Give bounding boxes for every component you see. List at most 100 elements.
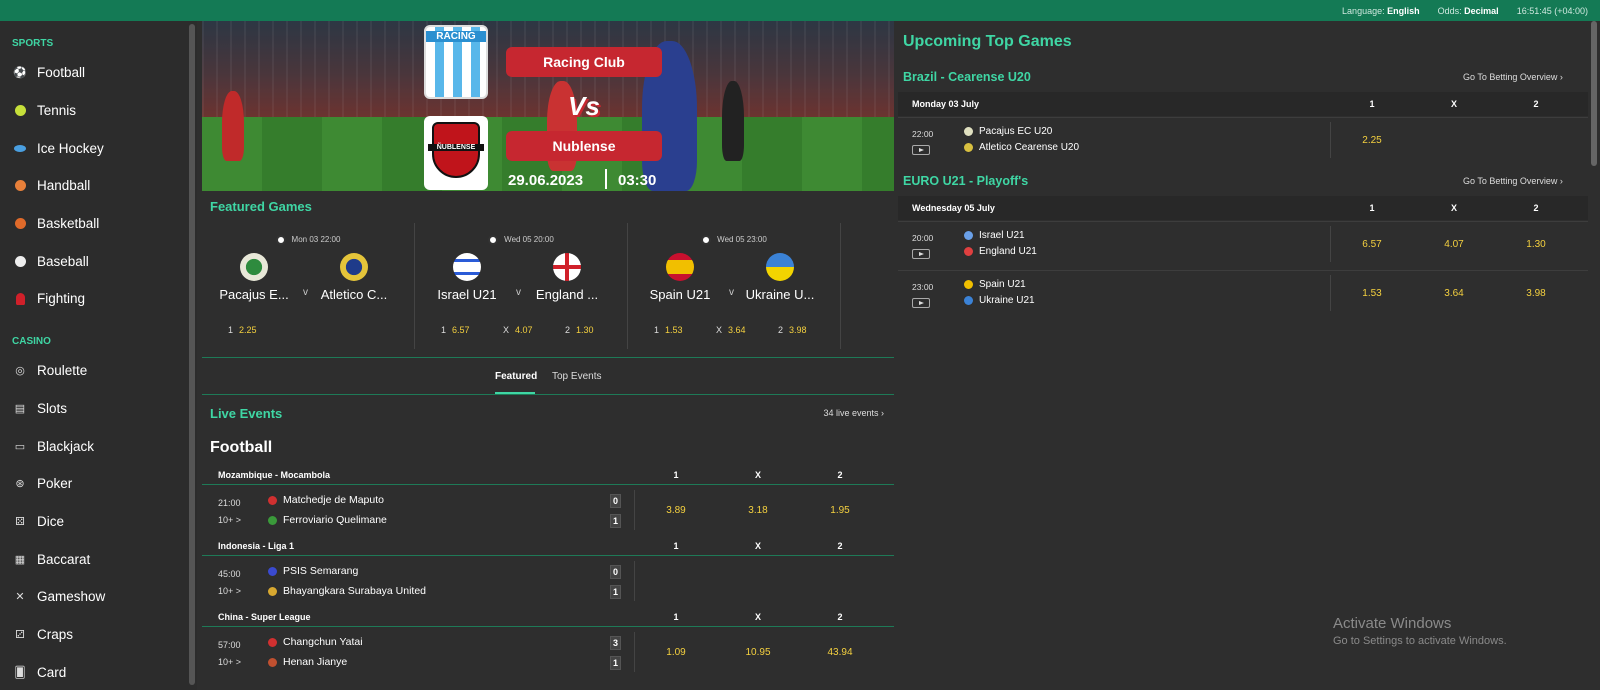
upcoming-event-row[interactable]: 20:00 Israel U21 England U21 6.57 4.07 1…	[898, 221, 1588, 267]
sidebar-item-label: Ice Hockey	[37, 140, 104, 156]
day-label: Monday 03 July	[912, 99, 980, 109]
israel-flag-icon	[453, 253, 481, 281]
live-stream-icon[interactable]	[912, 298, 930, 308]
baccarat-icon: ▦	[14, 553, 26, 566]
right-panel-scrollbar[interactable]	[1591, 21, 1597, 166]
odds-button-1[interactable]: 1 6.57	[441, 325, 470, 335]
sidebar-item-basketball[interactable]: Basketball	[0, 205, 197, 243]
odds-button-1[interactable]: 3.89	[656, 505, 696, 516]
sidebar-item-label: Gameshow	[37, 589, 106, 605]
sidebar-item-tennis[interactable]: Tennis	[0, 92, 197, 130]
sidebar-item-roulette[interactable]: ◎ Roulette	[0, 352, 197, 390]
casino-heading: CASINO	[12, 335, 51, 347]
sidebar-item-fighting[interactable]: Fighting	[0, 280, 197, 318]
more-markets-link[interactable]: 10+ >	[218, 586, 241, 596]
top-bar: Language: English Odds: Decimal 16:51:45…	[0, 0, 1600, 21]
odds-format-selector[interactable]: Odds: Decimal	[1438, 6, 1499, 16]
sidebar-scrollbar[interactable]	[189, 24, 195, 685]
promo-banner[interactable]: RACING ÑUBLENSE Racing Club Vs Nublense …	[202, 21, 894, 191]
column-1-header: 1	[673, 612, 679, 622]
sidebar-item-poker[interactable]: ⊛ Poker	[0, 465, 197, 503]
language-value: English	[1387, 5, 1420, 16]
sidebar-item-label: Tennis	[37, 103, 77, 119]
upcoming-games-panel: Upcoming Top Games Brazil - Cearense U20…	[898, 21, 1600, 690]
column-x-header: X	[1450, 99, 1457, 109]
league-header: China - Super League 1 X 2	[202, 606, 894, 627]
live-stream-icon[interactable]	[912, 145, 930, 155]
odds-button-1[interactable]: 1 2.25	[228, 325, 257, 335]
divider	[634, 561, 635, 601]
dice-icon: ⚄	[15, 515, 25, 528]
column-2-header: 2	[837, 612, 843, 622]
away-score: 1	[610, 514, 621, 528]
odds-button-2[interactable]: 1.30	[1516, 239, 1556, 250]
odds-button-x[interactable]: 3.64	[1434, 288, 1474, 299]
live-event-row[interactable]: 45:00 10+ > PSIS Semarang Bhayangkara Su…	[202, 557, 894, 606]
live-event-row[interactable]: 21:00 10+ > Matchedje de Maputo Ferrovia…	[202, 486, 894, 535]
divider	[634, 632, 635, 672]
odds-button-x[interactable]: 3.18	[738, 505, 778, 516]
odds-button-2[interactable]: 2 3.98	[778, 325, 807, 335]
tab-featured[interactable]: Featured	[495, 371, 537, 382]
odds-button-1[interactable]: 1 1.53	[654, 325, 683, 335]
basketball-icon	[12, 216, 28, 232]
featured-game-card[interactable]: Wed 05 20:00 Israel U21 v England ... 16…	[415, 223, 628, 349]
nublense-logo-text: ÑUBLENSE	[428, 144, 484, 151]
odds-button-x[interactable]: 10.95	[738, 647, 778, 658]
sidebar-item-baseball[interactable]: Baseball	[0, 242, 197, 280]
day-label: Wednesday 05 July	[912, 203, 995, 213]
match-clock: 21:00	[218, 498, 241, 508]
handball-icon	[12, 178, 28, 194]
odds-button-2[interactable]: 2 1.30	[565, 325, 594, 335]
live-stream-icon[interactable]	[912, 249, 930, 259]
roulette-icon: ◎	[15, 365, 25, 378]
home-team-name: Spain U21	[649, 287, 711, 302]
odds-button-x[interactable]: X 3.64	[716, 325, 746, 335]
kickoff-time: 22:00	[912, 129, 934, 139]
odds-button-2[interactable]: 1.95	[820, 505, 860, 516]
odds-button-x[interactable]: X 4.07	[503, 325, 533, 335]
more-markets-link[interactable]: 10+ >	[218, 515, 241, 525]
blackjack-icon: ▭	[14, 440, 26, 453]
sidebar-item-ice-hockey[interactable]: Ice Hockey	[0, 129, 197, 167]
away-team-name: England ...	[535, 287, 599, 302]
sidebar-item-handball[interactable]: Handball	[0, 167, 197, 205]
sidebar-item-blackjack[interactable]: ▭ Blackjack	[0, 427, 197, 465]
language-selector[interactable]: Language: English	[1342, 6, 1420, 16]
england-flag-icon	[553, 253, 581, 281]
sidebar-item-dice[interactable]: ⚄ Dice	[0, 503, 197, 541]
betting-overview-link[interactable]: Go To Betting Overview ›	[1463, 72, 1563, 82]
tab-top-events[interactable]: Top Events	[552, 371, 601, 382]
windows-activation-watermark: Activate Windows Go to Settings to activ…	[1333, 615, 1507, 647]
sidebar-item-slots[interactable]: ▤ Slots	[0, 390, 197, 428]
ice-hockey-icon	[12, 140, 28, 156]
home-score: 3	[610, 636, 621, 650]
more-markets-link[interactable]: 10+ >	[218, 657, 241, 667]
card-icon: 🂠	[14, 666, 26, 679]
live-event-row[interactable]: 57:00 10+ > Changchun Yatai Henan Jianye…	[202, 628, 894, 677]
column-1-header: 1	[673, 541, 679, 551]
betting-overview-link[interactable]: Go To Betting Overview ›	[1463, 176, 1563, 186]
featured-game-card[interactable]: Wed 05 23:00 Spain U21 v Ukraine U... 11…	[628, 223, 841, 349]
center-column: RACING ÑUBLENSE Racing Club Vs Nublense …	[202, 21, 894, 690]
odds-button-2[interactable]: 43.94	[820, 647, 860, 658]
odds-button-1[interactable]: 1.53	[1352, 288, 1392, 299]
featured-game-card[interactable]: Mon 03 22:00 Pacajus E... v Atletico C..…	[202, 223, 415, 349]
sidebar-item-card[interactable]: 🂠 Card	[0, 653, 197, 690]
sidebar-item-craps[interactable]: ⚂ Craps	[0, 616, 197, 654]
upcoming-event-row[interactable]: 22:00 Pacajus EC U20 Atletico Cearense U…	[898, 117, 1588, 163]
upcoming-event-row[interactable]: 23:00 Spain U21 Ukraine U21 1.53 3.64 3.…	[898, 270, 1588, 316]
odds-button-1[interactable]: 2.25	[1352, 135, 1392, 146]
divider	[1330, 226, 1331, 262]
odds-button-1[interactable]: 6.57	[1352, 239, 1392, 250]
live-events-title: Live Events	[210, 406, 283, 421]
odds-button-1[interactable]: 1.09	[656, 647, 696, 658]
column-2-header: 2	[837, 470, 843, 480]
odds-button-2[interactable]: 3.98	[1516, 288, 1556, 299]
football-icon	[701, 235, 712, 245]
sidebar-item-football[interactable]: ⚽ Football	[0, 54, 197, 92]
sidebar-item-gameshow[interactable]: ✕ Gameshow	[0, 578, 197, 616]
live-events-count-link[interactable]: 34 live events ›	[823, 408, 884, 418]
odds-button-x[interactable]: 4.07	[1434, 239, 1474, 250]
sidebar-item-baccarat[interactable]: ▦ Baccarat	[0, 540, 197, 578]
